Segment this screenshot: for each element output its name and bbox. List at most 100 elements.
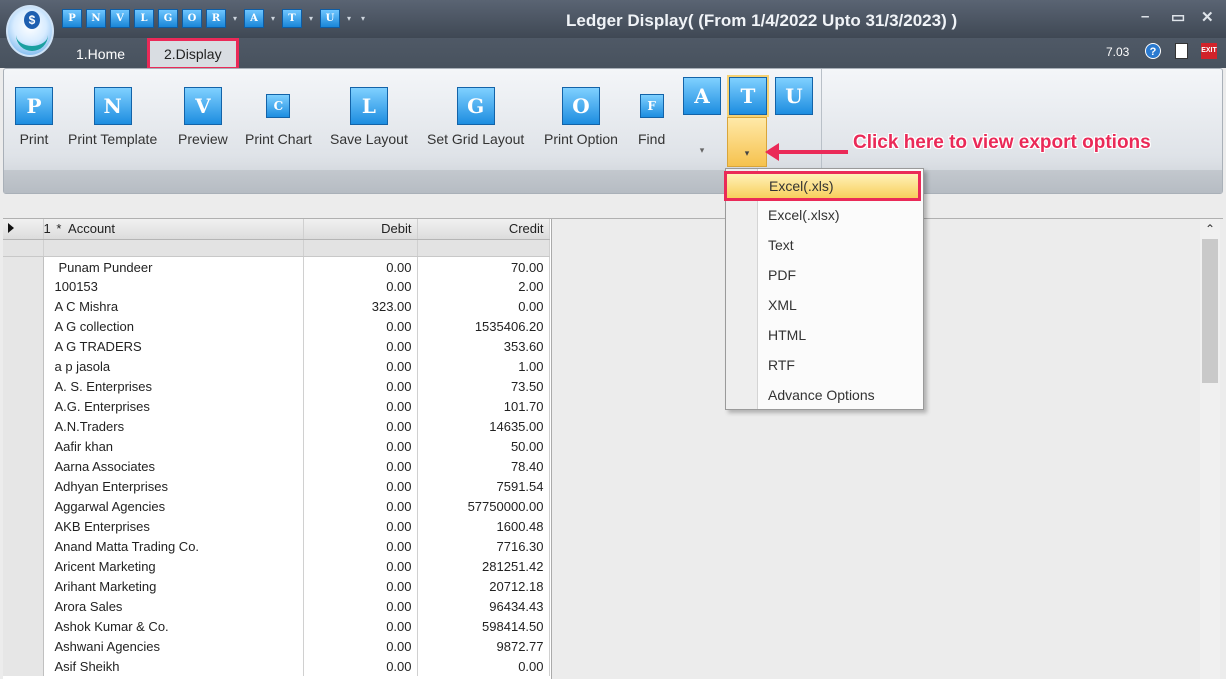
row-indicator-cell[interactable] bbox=[3, 516, 44, 536]
save-layout-button[interactable]: L Save Layout bbox=[330, 87, 408, 147]
credit-cell[interactable]: 1535406.20 bbox=[417, 316, 550, 336]
menu-item-excel-xlsx[interactable]: Excel(.xlsx) bbox=[726, 200, 923, 230]
row-indicator-cell[interactable] bbox=[3, 296, 44, 316]
print-template-button[interactable]: N Print Template bbox=[68, 87, 157, 147]
row-indicator-cell[interactable] bbox=[3, 276, 44, 296]
scroll-up-icon[interactable]: ⌃ bbox=[1200, 219, 1220, 239]
print-button[interactable]: P Print bbox=[15, 87, 53, 147]
debit-cell[interactable]: 323.00 bbox=[303, 296, 418, 316]
credit-cell[interactable]: 1.00 bbox=[417, 356, 550, 376]
credit-cell[interactable]: 96434.43 bbox=[417, 596, 550, 616]
row-indicator-cell[interactable] bbox=[3, 596, 44, 616]
debit-cell[interactable]: 0.00 bbox=[303, 356, 418, 376]
account-cell[interactable]: Aricent Marketing bbox=[43, 556, 304, 576]
debit-cell[interactable]: 0.00 bbox=[303, 556, 418, 576]
set-grid-layout-button[interactable]: G Set Grid Layout bbox=[427, 87, 524, 147]
debit-filter-cell[interactable] bbox=[303, 239, 418, 257]
credit-cell[interactable]: 0.00 bbox=[417, 296, 550, 316]
table-row[interactable]: A.G. Enterprises 0.00 101.70 bbox=[3, 396, 550, 416]
row-indicator-cell[interactable] bbox=[3, 576, 44, 596]
qat-export-u-icon[interactable]: U bbox=[320, 9, 340, 28]
credit-cell[interactable]: 353.60 bbox=[417, 336, 550, 356]
export-u-button[interactable]: U bbox=[775, 77, 813, 115]
credit-cell[interactable]: 73.50 bbox=[417, 376, 550, 396]
account-cell[interactable]: Ashok Kumar & Co. bbox=[43, 616, 304, 636]
qat-dropdown-icon[interactable]: ▾ bbox=[230, 14, 240, 23]
credit-cell[interactable]: 101.70 bbox=[417, 396, 550, 416]
debit-cell[interactable]: 0.00 bbox=[303, 276, 418, 296]
row-indicator-cell[interactable] bbox=[3, 396, 44, 416]
row-indicator-cell[interactable] bbox=[3, 656, 44, 676]
table-row[interactable]: A G TRADERS 0.00 353.60 bbox=[3, 336, 550, 356]
qat-template-icon[interactable]: N bbox=[86, 9, 106, 28]
table-row[interactable]: A G collection 0.00 1535406.20 bbox=[3, 316, 550, 336]
debit-cell[interactable]: 0.00 bbox=[303, 536, 418, 556]
row-indicator-cell[interactable] bbox=[3, 436, 44, 456]
credit-cell[interactable]: 57750000.00 bbox=[417, 496, 550, 516]
filter-cell[interactable] bbox=[3, 239, 44, 257]
account-cell[interactable]: A.G. Enterprises bbox=[43, 396, 304, 416]
credit-cell[interactable]: 50.00 bbox=[417, 436, 550, 456]
account-cell[interactable]: A C Mishra bbox=[43, 296, 304, 316]
row-indicator-cell[interactable] bbox=[3, 496, 44, 516]
table-row[interactable]: A.N.Traders 0.00 14635.00 bbox=[3, 416, 550, 436]
account-cell[interactable]: A. S. Enterprises bbox=[43, 376, 304, 396]
credit-cell[interactable]: 1600.48 bbox=[417, 516, 550, 536]
menu-item-xml[interactable]: XML bbox=[726, 290, 923, 320]
qat-print-icon[interactable]: P bbox=[62, 9, 82, 28]
account-cell[interactable]: Asif Sheikh bbox=[43, 656, 304, 676]
vertical-scrollbar[interactable]: ⌃ bbox=[1200, 219, 1220, 679]
account-cell[interactable]: A G collection bbox=[43, 316, 304, 336]
print-chart-button[interactable]: C Print Chart bbox=[245, 87, 312, 147]
row-indicator-cell[interactable] bbox=[3, 636, 44, 656]
table-row[interactable]: A. S. Enterprises 0.00 73.50 bbox=[3, 376, 550, 396]
qat-option-icon[interactable]: O bbox=[182, 9, 202, 28]
account-cell[interactable]: Aafir khan bbox=[43, 436, 304, 456]
table-row[interactable]: Aggarwal Agencies 0.00 57750000.00 bbox=[3, 496, 550, 516]
exit-icon[interactable]: EXIT bbox=[1201, 43, 1217, 59]
preview-button[interactable]: V Preview bbox=[178, 87, 228, 147]
tab-display[interactable]: 2.Display bbox=[147, 38, 239, 70]
row-indicator-cell[interactable] bbox=[3, 456, 44, 476]
debit-cell[interactable]: 0.00 bbox=[303, 596, 418, 616]
find-button[interactable]: F Find bbox=[638, 87, 665, 147]
account-cell[interactable]: Punam Pundeer bbox=[43, 256, 304, 276]
table-row[interactable]: Arora Sales 0.00 96434.43 bbox=[3, 596, 550, 616]
row-indicator-cell[interactable] bbox=[3, 256, 44, 276]
credit-cell[interactable]: 7716.30 bbox=[417, 536, 550, 556]
table-row[interactable]: Arihant Marketing 0.00 20712.18 bbox=[3, 576, 550, 596]
menu-item-text[interactable]: Text bbox=[726, 230, 923, 260]
qat-report-icon[interactable]: R bbox=[206, 9, 226, 28]
scroll-thumb[interactable] bbox=[1202, 239, 1218, 383]
table-row[interactable]: AKB Enterprises 0.00 1600.48 bbox=[3, 516, 550, 536]
help-icon[interactable]: ? bbox=[1145, 43, 1161, 59]
export-a-dropdown-icon[interactable]: ▾ bbox=[682, 145, 722, 156]
credit-cell[interactable]: 20712.18 bbox=[417, 576, 550, 596]
table-row[interactable]: Aarna Associates 0.00 78.40 bbox=[3, 456, 550, 476]
account-cell[interactable]: Anand Matta Trading Co. bbox=[43, 536, 304, 556]
table-row[interactable]: a p jasola 0.00 1.00 bbox=[3, 356, 550, 376]
minimize-button[interactable]: – bbox=[1141, 8, 1149, 25]
account-cell[interactable]: A.N.Traders bbox=[43, 416, 304, 436]
credit-filter-cell[interactable] bbox=[417, 239, 550, 257]
debit-cell[interactable]: 0.00 bbox=[303, 256, 418, 276]
export-a-button[interactable]: A bbox=[683, 77, 721, 115]
credit-cell[interactable]: 9872.77 bbox=[417, 636, 550, 656]
table-row[interactable]: 100153 0.00 2.00 bbox=[3, 276, 550, 296]
account-filter-cell[interactable] bbox=[43, 239, 304, 257]
debit-cell[interactable]: 0.00 bbox=[303, 376, 418, 396]
menu-item-html[interactable]: HTML bbox=[726, 320, 923, 350]
account-cell[interactable]: 100153 bbox=[43, 276, 304, 296]
account-cell[interactable]: Arora Sales bbox=[43, 596, 304, 616]
credit-cell[interactable]: 598414.50 bbox=[417, 616, 550, 636]
table-row[interactable]: Aafir khan 0.00 50.00 bbox=[3, 436, 550, 456]
debit-cell[interactable]: 0.00 bbox=[303, 456, 418, 476]
qat-layout-icon[interactable]: L bbox=[134, 9, 154, 28]
qat-preview-icon[interactable]: V bbox=[110, 9, 130, 28]
credit-cell[interactable]: 70.00 bbox=[417, 256, 550, 276]
qat-customize-icon[interactable]: ▾ bbox=[358, 14, 368, 23]
debit-cell[interactable]: 0.00 bbox=[303, 496, 418, 516]
account-cell[interactable]: Arihant Marketing bbox=[43, 576, 304, 596]
maximize-button[interactable]: ▭ bbox=[1171, 8, 1185, 26]
close-button[interactable]: ✕ bbox=[1201, 8, 1214, 26]
